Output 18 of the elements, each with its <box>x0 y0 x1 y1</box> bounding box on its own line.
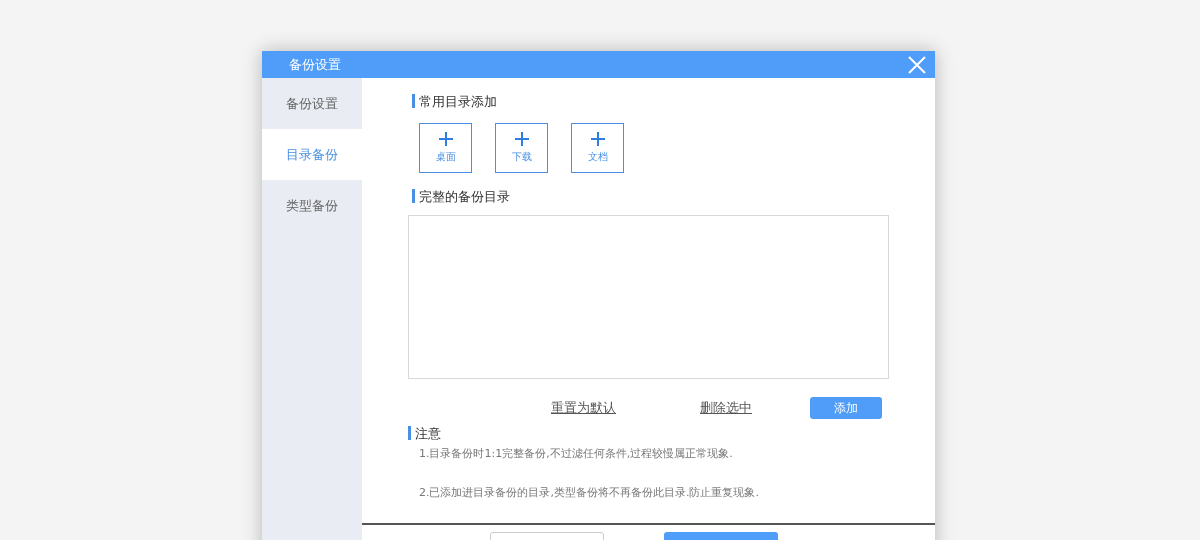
note-text: 1.目录备份时1:1完整备份,不过滤任何条件,过程较慢属正常现象. <box>419 446 734 462</box>
directory-list[interactable] <box>408 215 889 379</box>
section-heading: 完整的备份目录 <box>419 189 510 203</box>
shortcut-button[interactable]: 文档 <box>571 123 624 173</box>
section-heading: 常用目录添加 <box>419 94 497 108</box>
plus-icon <box>590 132 605 146</box>
section-heading: 注意 <box>415 426 441 440</box>
note-text: 2.已添加进目录备份的目录,类型备份将不再备份此目录.防止重复现象. <box>419 484 760 501</box>
action-link[interactable]: 删除选中 <box>700 398 752 418</box>
close-icon[interactable] <box>907 54 927 75</box>
action-link[interactable]: 重置为默认 <box>551 398 616 418</box>
shortcut-button[interactable]: 桌面 <box>419 123 472 173</box>
window-title: 备份设置 <box>289 55 341 74</box>
shortcut-button[interactable]: 下载 <box>495 123 548 173</box>
plus-icon <box>514 132 529 146</box>
sidebar-tab[interactable]: 目录备份 <box>262 129 362 180</box>
add-button[interactable]: 添加 <box>810 397 882 419</box>
plus-icon <box>438 132 453 146</box>
